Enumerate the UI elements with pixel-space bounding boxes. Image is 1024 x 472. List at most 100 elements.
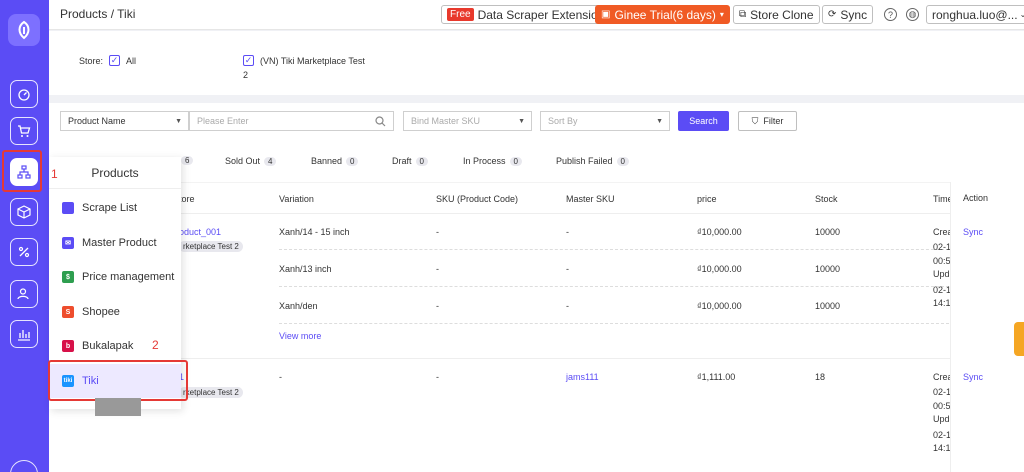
tab-draft[interactable]: Draft 0 xyxy=(392,156,428,166)
time-cell: 14:1 xyxy=(933,443,951,453)
ginee-trial-button[interactable]: ▣ Ginee Trial(6 days) ▾ xyxy=(595,5,730,24)
store-clone-button[interactable]: ⧉ Store Clone xyxy=(733,5,820,24)
tab-label: In Process xyxy=(463,156,506,166)
tab-count: 4 xyxy=(264,156,277,166)
trial-label: Ginee Trial(6 days) xyxy=(614,7,716,22)
sync-button[interactable]: ⟳ Sync xyxy=(822,5,874,24)
dashboard-icon[interactable] xyxy=(10,80,38,108)
main-content: Store: ✓ All ✓ (VN) Tiki Marketplace Tes… xyxy=(49,31,1024,472)
store-filter-tiki[interactable]: ✓ (VN) Tiki Marketplace Test xyxy=(237,55,365,66)
header-variation: Variation xyxy=(279,194,314,204)
step-2-label: 2 xyxy=(152,338,159,352)
tab-in-process[interactable]: In Process 0 xyxy=(463,156,522,166)
menu-item-label: Scrape List xyxy=(82,202,138,214)
menu-item-price-management[interactable]: $ Price management xyxy=(49,260,181,294)
report-chart-icon[interactable] xyxy=(10,320,38,348)
globe-icon[interactable]: ◍ xyxy=(906,8,919,21)
caret-down-icon: ▼ xyxy=(518,118,525,125)
help-circle-icon[interactable] xyxy=(10,460,38,472)
time-cell: 02-1 xyxy=(933,387,952,397)
variant-divider xyxy=(279,249,949,250)
price-cell: ₫1,111.00 xyxy=(697,372,736,382)
search-button[interactable]: Search xyxy=(678,111,729,131)
view-more-link[interactable]: View more xyxy=(279,331,321,341)
product-name-select-label: Product Name xyxy=(68,116,126,126)
menu-item-master-product[interactable]: ✉ Master Product xyxy=(49,226,181,260)
menu-item-bukalapak[interactable]: b Bukalapak xyxy=(49,329,181,363)
menu-item-label: Bukalapak xyxy=(82,340,134,352)
chevron-down-icon: ⌄ xyxy=(1019,10,1024,19)
caret-down-icon: ▼ xyxy=(175,118,182,125)
master-sku-cell: - xyxy=(566,301,569,311)
section-divider xyxy=(49,95,1024,103)
price-cell: ₫10,000.00 xyxy=(697,264,742,274)
price-cell: ₫10,000.00 xyxy=(697,301,742,311)
variation-cell: Xanh/den xyxy=(279,301,318,311)
customer-icon[interactable] xyxy=(10,280,38,308)
tab-label: Sold Out xyxy=(225,156,261,166)
tab-count: 0 xyxy=(509,156,522,166)
time-cell: 00:5 xyxy=(933,401,951,411)
bukalapak-icon: b xyxy=(62,340,74,352)
master-sku-link[interactable]: jams111 xyxy=(566,372,599,382)
price-management-icon: $ xyxy=(62,271,74,283)
time-cell: 14:1 xyxy=(933,298,951,308)
stock-cell: 10000 xyxy=(815,227,841,237)
data-scraper-button[interactable]: Free Data Scraper Extension xyxy=(441,5,611,24)
store-name-suffix: 2 xyxy=(243,70,249,80)
tab-count: 0 xyxy=(346,156,359,166)
header-action: Action xyxy=(963,193,989,203)
menu-item-label: Price management xyxy=(82,271,175,283)
tab-banned[interactable]: Banned 0 xyxy=(311,156,359,166)
caret-down-icon: ▼ xyxy=(656,118,663,125)
tab-publish-failed[interactable]: Publish Failed 0 xyxy=(556,156,629,166)
ginee-logo[interactable] xyxy=(8,14,40,46)
free-badge: Free xyxy=(447,8,474,21)
price-cell: ₫10,000.00 xyxy=(697,227,742,237)
calendar-icon: ▣ xyxy=(601,9,611,20)
stock-cell: 10000 xyxy=(815,301,841,311)
variation-cell: - xyxy=(279,372,282,382)
sort-placeholder: Sort By xyxy=(548,116,578,126)
user-menu-button[interactable]: ronghua.luo@... ⌄ xyxy=(926,5,1024,24)
tab-sold-out[interactable]: Sold Out 4 xyxy=(225,156,277,166)
checkbox-checked-icon[interactable]: ✓ xyxy=(243,55,254,66)
filter-label: Filter xyxy=(763,116,784,126)
search-placeholder: Please Enter xyxy=(197,116,249,126)
cart-icon[interactable] xyxy=(10,117,38,145)
product-name-link[interactable]: oduct_001 xyxy=(179,227,221,237)
header-store: tore xyxy=(179,194,195,204)
store-name: (VN) Tiki Marketplace Test xyxy=(260,55,365,66)
master-sku-cell: - xyxy=(566,264,569,274)
box-icon[interactable] xyxy=(10,198,38,226)
sku-cell: - xyxy=(436,227,439,237)
data-scraper-label: Data Scraper Extension xyxy=(477,7,605,22)
search-input[interactable]: Please Enter xyxy=(189,111,394,131)
sort-by-select[interactable]: Sort By ▼ xyxy=(540,111,670,131)
refresh-icon: ⟳ xyxy=(828,9,837,20)
stock-cell: 18 xyxy=(815,372,826,382)
sku-cell: - xyxy=(436,372,439,382)
product-name-select[interactable]: Product Name ▼ xyxy=(60,111,189,131)
menu-item-shopee[interactable]: S Shopee xyxy=(49,295,181,329)
tab-count: 0 xyxy=(616,156,629,166)
header-price: price xyxy=(697,194,717,204)
tab-count: 6 xyxy=(181,156,194,165)
user-label: ronghua.luo@... xyxy=(932,7,1018,22)
master-sku-select[interactable]: Bind Master SKU ▼ xyxy=(403,111,532,131)
breadcrumb: Products / Tiki xyxy=(60,7,136,21)
time-cell: 02-1 xyxy=(933,242,952,252)
help-icon[interactable]: ? xyxy=(884,8,897,21)
menu-item-scrape-list[interactable]: Scrape List xyxy=(49,191,181,225)
time-cell: 00:5 xyxy=(933,256,951,266)
row-sync-button[interactable]: Sync xyxy=(963,227,983,237)
time-cell: Upd xyxy=(933,414,950,424)
filter-button[interactable]: ⛉ Filter xyxy=(738,111,797,131)
master-product-icon: ✉ xyxy=(62,237,74,249)
store-filter-all[interactable]: Store: ✓ All xyxy=(79,55,136,66)
row-sync-button[interactable]: Sync xyxy=(963,372,983,382)
percent-icon[interactable] xyxy=(10,238,38,266)
tab-count: 0 xyxy=(415,156,428,166)
floating-side-tab[interactable] xyxy=(1014,322,1024,356)
checkbox-checked-icon[interactable]: ✓ xyxy=(109,55,121,66)
